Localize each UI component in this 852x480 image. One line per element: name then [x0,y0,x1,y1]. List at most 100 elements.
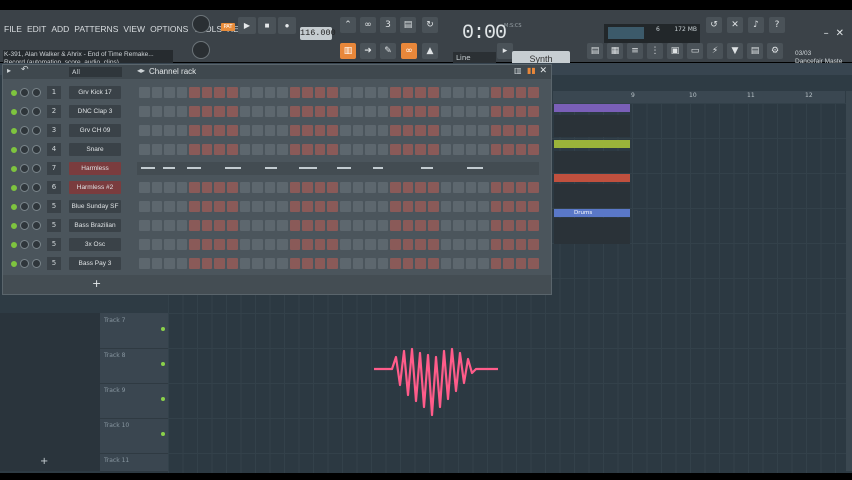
step-button[interactable] [528,201,539,212]
step-button[interactable] [390,201,401,212]
step-button[interactable] [440,201,452,212]
step-button[interactable] [453,201,464,212]
step-button[interactable] [302,125,313,136]
pan-knob[interactable] [20,202,29,211]
loop-record-icon[interactable]: ↻ [422,17,438,33]
step-button[interactable] [503,220,514,231]
step-button[interactable] [201,201,213,212]
step-button[interactable] [390,239,401,250]
step-button[interactable] [264,239,276,250]
step-button[interactable] [226,144,238,155]
step-button[interactable] [402,201,414,212]
channel-row[interactable]: 5 Blue Sunday SF [3,197,551,216]
volume-knob[interactable] [32,202,41,211]
step-button[interactable] [189,125,200,136]
step-button[interactable] [352,182,364,193]
refresh-icon[interactable]: ↺ [706,17,722,33]
step-button[interactable] [490,125,502,136]
step-button[interactable] [490,258,502,269]
step-button[interactable] [214,258,225,269]
channel-name-button[interactable]: Grv CH 09 [69,124,121,137]
step-button[interactable] [201,220,213,231]
step-button[interactable] [327,220,338,231]
step-edit-icon[interactable]: ▤ [400,17,416,33]
step-button[interactable] [427,125,439,136]
step-button[interactable] [478,87,489,98]
step-button[interactable] [226,106,238,117]
step-button[interactable] [402,144,414,155]
step-button[interactable] [151,144,163,155]
step-button[interactable] [264,87,276,98]
step-button[interactable] [377,87,389,98]
step-button[interactable] [503,182,514,193]
step-button[interactable] [252,258,263,269]
step-button[interactable] [490,87,502,98]
step-button[interactable] [264,220,276,231]
step-button[interactable] [289,106,301,117]
step-button[interactable] [377,182,389,193]
step-button[interactable] [515,220,527,231]
pattern-clip[interactable] [554,104,630,112]
step-button[interactable] [390,106,401,117]
step-button[interactable] [415,182,426,193]
step-button[interactable] [415,144,426,155]
step-button[interactable] [277,239,288,250]
step-button[interactable] [365,182,376,193]
settings-icon[interactable]: ⚙ [767,43,783,59]
step-button[interactable] [453,125,464,136]
playlist-icon[interactable]: ▥ [340,43,356,59]
step-button[interactable] [164,144,175,155]
step-button[interactable] [289,239,301,250]
step-button[interactable] [377,144,389,155]
step-button[interactable] [440,125,452,136]
channel-row[interactable]: 2 DNC Clap 3 [3,102,551,121]
step-button[interactable] [340,201,351,212]
step-button[interactable] [314,106,326,117]
step-button[interactable] [252,87,263,98]
step-button[interactable] [327,201,338,212]
step-button[interactable] [478,144,489,155]
step-button[interactable] [528,239,539,250]
step-button[interactable] [490,201,502,212]
browser-icon[interactable]: ▣ [667,43,683,59]
pan-knob[interactable] [20,240,29,249]
step-button[interactable] [515,87,527,98]
step-button[interactable] [302,258,313,269]
step-button[interactable] [465,87,477,98]
online-news-icon[interactable]: ✕ [727,17,743,33]
channel-row[interactable]: 6 Harmless #2 [3,178,551,197]
mixer-track-number[interactable]: 4 [47,143,61,156]
step-button[interactable] [352,239,364,250]
step-button[interactable] [453,258,464,269]
mute-led-icon[interactable] [11,166,17,172]
paint-tool-icon[interactable]: ✎ [380,43,396,59]
step-button[interactable] [239,201,251,212]
step-button[interactable] [440,220,452,231]
mixer-track-number[interactable]: 6 [47,181,61,194]
step-button[interactable] [427,258,439,269]
step-button[interactable] [365,258,376,269]
step-button[interactable] [503,239,514,250]
step-button[interactable] [201,182,213,193]
step-button[interactable] [327,258,338,269]
pan-knob[interactable] [20,259,29,268]
step-button[interactable] [327,125,338,136]
step-button[interactable] [214,201,225,212]
step-button[interactable] [440,258,452,269]
sliders-icon[interactable]: ⋮ [647,43,663,59]
countdown-icon[interactable]: 3 [380,17,396,33]
step-button[interactable] [214,87,225,98]
pan-knob[interactable] [20,107,29,116]
mute-led-icon[interactable] [11,90,17,96]
stop-button[interactable]: ■ [258,17,276,34]
step-button[interactable] [515,144,527,155]
track-header[interactable]: Track 7 [100,313,168,349]
channel-name-button[interactable]: Blue Sunday SF [69,200,121,213]
step-button[interactable] [465,125,477,136]
channel-name-button[interactable]: Grv Kick 17 [69,86,121,99]
playlist-ruler[interactable]: 9 10 11 12 [553,91,845,103]
step-button[interactable] [478,106,489,117]
step-button[interactable] [164,106,175,117]
step-button[interactable] [427,106,439,117]
step-button[interactable] [189,258,200,269]
